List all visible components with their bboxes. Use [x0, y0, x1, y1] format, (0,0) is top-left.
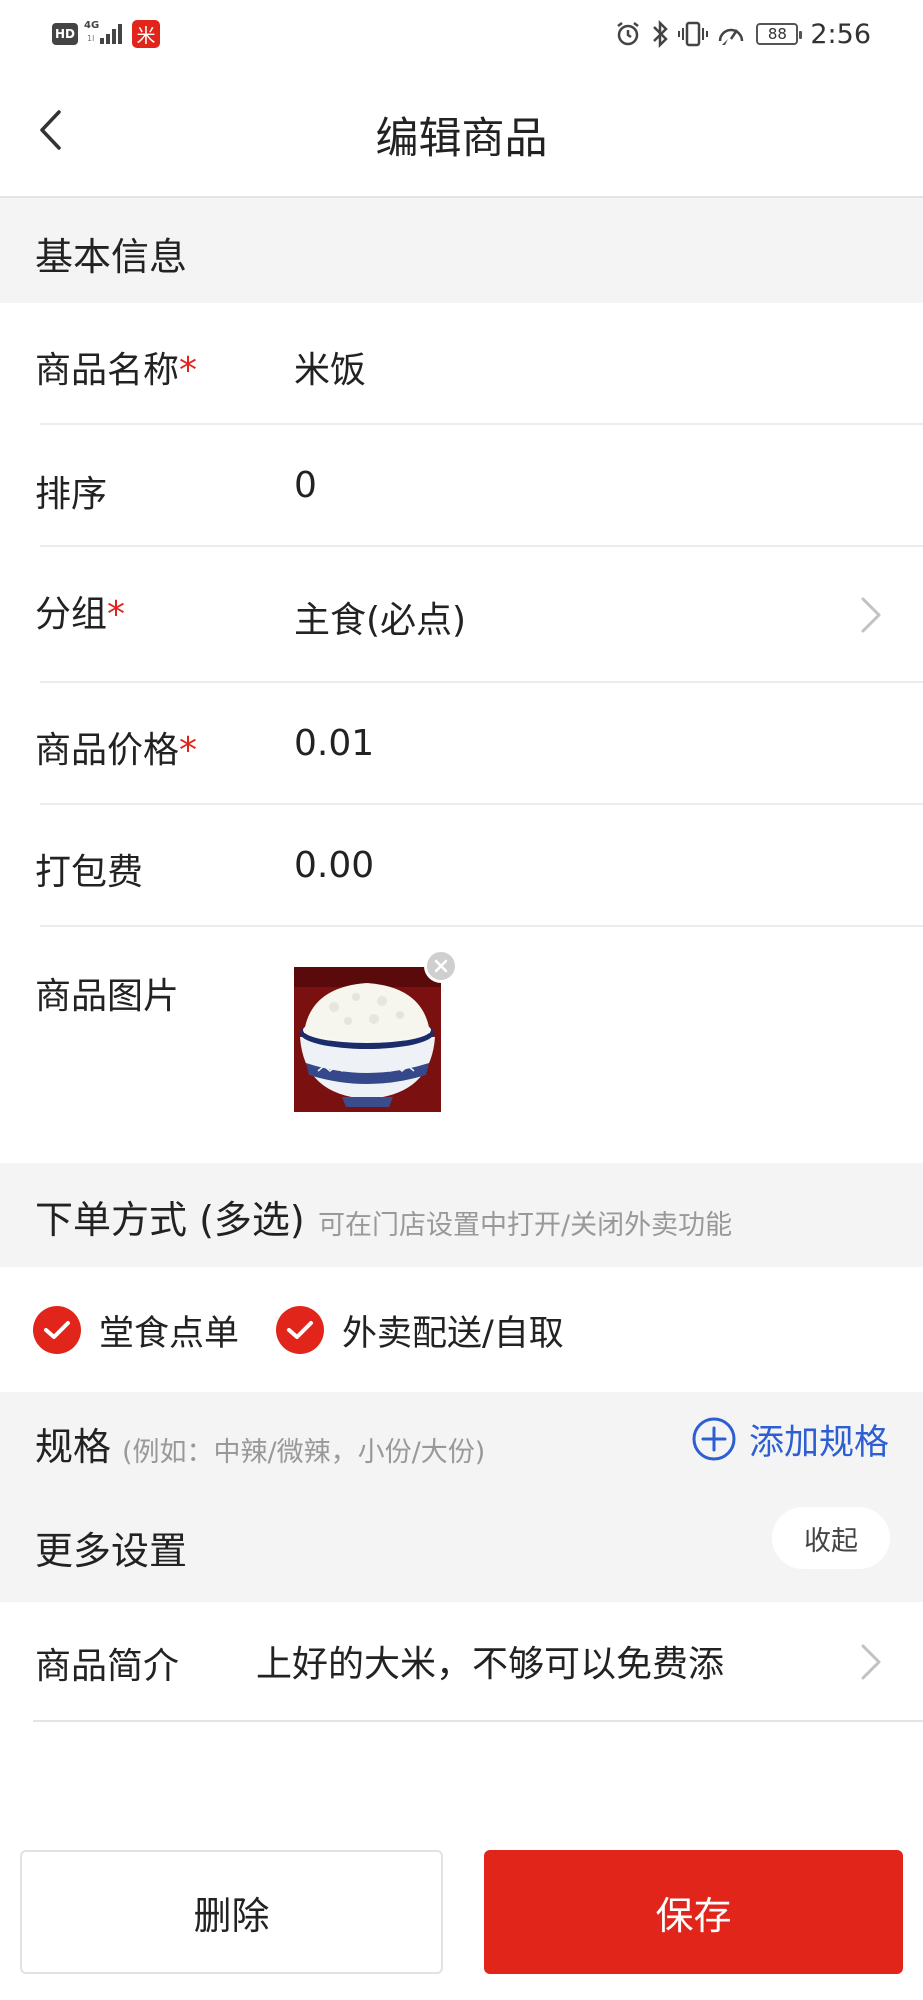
battery-icon: 88 — [756, 23, 803, 45]
field-label-image: 商品图片 — [35, 976, 180, 1017]
name-input[interactable]: 米饭 — [294, 341, 366, 393]
remove-image-button[interactable] — [424, 949, 458, 983]
field-label-group: 分组* — [35, 594, 126, 635]
field-row-packing-fee: 打包费 0.00 — [0, 805, 923, 927]
add-spec-label: 添加规格 — [748, 1422, 889, 1463]
sort-input[interactable]: 0 — [294, 465, 317, 506]
nav-header: 编辑商品 — [0, 70, 923, 198]
product-image[interactable] — [294, 967, 441, 1112]
data-speed-icon — [716, 19, 746, 49]
group-select[interactable]: 主食(必点) — [294, 591, 466, 643]
required-mark: * — [179, 730, 198, 771]
check-icon — [287, 1321, 313, 1339]
signal-icon: 4G 1l — [84, 20, 126, 48]
status-left: HD 4G 1l 米 — [52, 19, 160, 49]
bluetooth-icon — [650, 19, 670, 49]
delete-button[interactable]: 删除 — [20, 1850, 443, 1974]
option-dine-in[interactable]: 堂食点单 — [33, 1305, 239, 1355]
alarm-icon — [614, 20, 642, 48]
field-row-sort: 排序 0 — [0, 425, 923, 547]
vibrate-icon — [678, 19, 709, 49]
field-label-packing-fee: 打包费 — [35, 852, 144, 893]
check-icon — [44, 1321, 70, 1339]
network-sub-label: 1l — [87, 34, 95, 43]
field-label-name: 商品名称* — [35, 350, 198, 391]
field-row-name: 商品名称* 米饭 — [0, 303, 923, 425]
price-input[interactable]: 0.01 — [294, 723, 374, 764]
battery-level: 88 — [767, 25, 787, 43]
network-type-label: 4G — [84, 20, 100, 31]
option-delivery[interactable]: 外卖配送/自取 — [276, 1305, 564, 1355]
required-mark: * — [179, 350, 198, 391]
mi-app-icon: 米 — [132, 20, 160, 48]
field-label-description: 商品简介 — [35, 1646, 180, 1687]
option-label-dine-in: 堂食点单 — [99, 1313, 240, 1354]
hd-badge: HD — [52, 23, 78, 45]
field-row-group[interactable]: 分组* 主食(必点) — [0, 547, 923, 683]
field-row-image: 商品图片 — [0, 927, 923, 1163]
collapse-button[interactable]: 收起 — [772, 1507, 890, 1569]
section-title-order-mode: 下单方式 (多选) — [35, 1198, 305, 1242]
field-row-description[interactable]: 商品简介 上好的大米，不够可以免费添 — [0, 1602, 923, 1722]
page-title: 编辑商品 — [375, 114, 548, 164]
section-order-mode: 下单方式 (多选) 可在门店设置中打开/关闭外卖功能 — [0, 1163, 923, 1267]
field-row-price: 商品价格* 0.01 — [0, 683, 923, 805]
field-label-price: 商品价格* — [35, 730, 198, 771]
close-icon — [434, 959, 448, 973]
required-mark: * — [107, 594, 126, 635]
description-value: 上好的大米，不够可以免费添 — [256, 1644, 725, 1685]
section-title-spec: 规格 — [35, 1425, 112, 1469]
section-basic-info: 基本信息 — [0, 198, 923, 303]
packing-fee-input[interactable]: 0.00 — [294, 845, 374, 886]
plus-circle-icon — [692, 1417, 736, 1461]
checkbox-dine-in[interactable] — [33, 1306, 81, 1354]
order-mode-options: 堂食点单 外卖配送/自取 — [0, 1267, 923, 1392]
spec-hint: (例如：中辣/微辣，小份/大份) — [122, 1437, 486, 1468]
section-title-basic-info: 基本信息 — [35, 235, 188, 279]
checkbox-delivery[interactable] — [276, 1306, 324, 1354]
divider — [33, 1720, 923, 1722]
option-label-delivery: 外卖配送/自取 — [342, 1313, 564, 1354]
save-button[interactable]: 保存 — [484, 1850, 903, 1974]
section-title-more-settings: 更多设置 — [35, 1529, 188, 1573]
status-right: 88 2:56 — [606, 14, 871, 54]
section-spec-and-more: 规格 (例如：中辣/微辣，小份/大份) 添加规格 更多设置 收起 — [0, 1392, 923, 1602]
status-bar: HD 4G 1l 米 88 2:56 — [0, 0, 923, 70]
field-label-sort: 排序 — [35, 474, 108, 515]
add-spec-button[interactable]: 添加规格 — [691, 1414, 889, 1464]
clock: 2:56 — [810, 18, 871, 50]
order-mode-hint: 可在门店设置中打开/关闭外卖功能 — [318, 1210, 733, 1241]
chevron-right-icon — [861, 597, 881, 633]
chevron-right-icon — [861, 1644, 881, 1680]
